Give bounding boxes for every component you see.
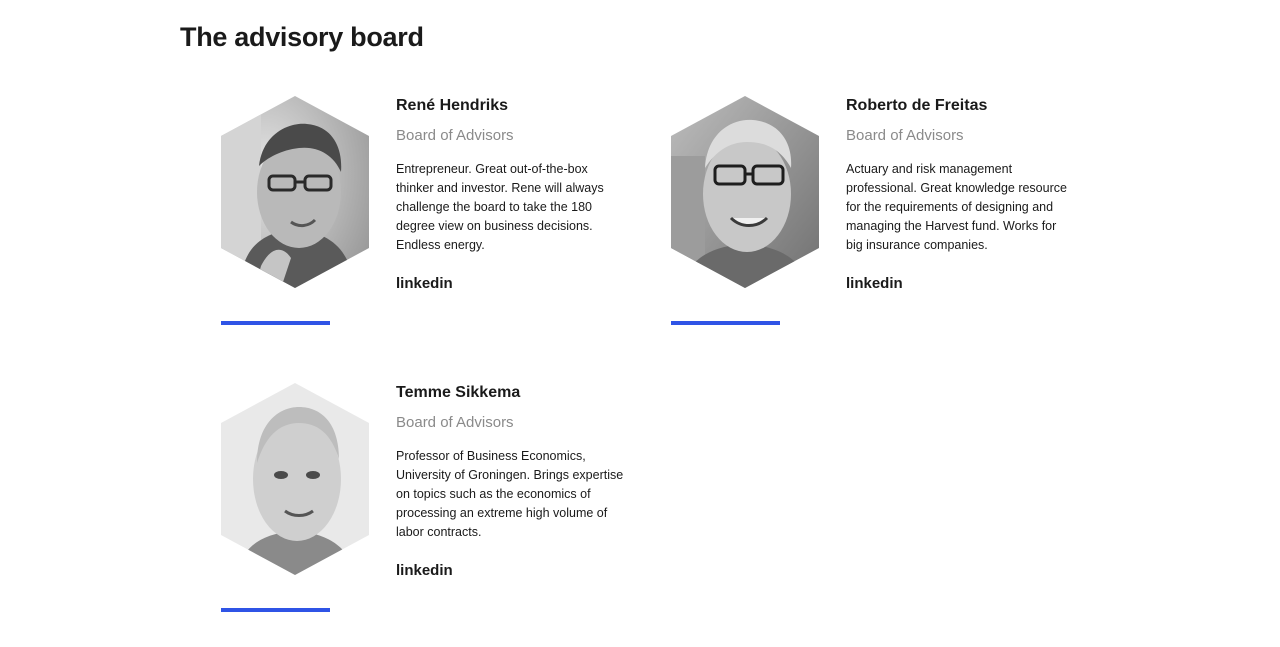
- advisor-role: Board of Advisors: [396, 414, 514, 431]
- advisor-info: Temme Sikkema Board of Advisors Professo…: [396, 383, 626, 581]
- advisor-card: Roberto de Freitas Board of Advisors Act…: [671, 96, 1071, 336]
- section-title: The advisory board: [180, 22, 424, 52]
- advisor-bio: Entrepreneur. Great out-of-the-box think…: [396, 162, 604, 252]
- advisor-photo: [671, 96, 819, 288]
- advisor-name: Temme Sikkema: [396, 384, 521, 401]
- advisor-card: Temme Sikkema Board of Advisors Professo…: [221, 383, 623, 623]
- advisor-bio: Professor of Business Economics, Univers…: [396, 449, 624, 539]
- linkedin-link[interactable]: linkedin: [846, 274, 903, 294]
- advisor-photo: [221, 96, 369, 288]
- advisor-bio: Actuary and risk management professional…: [846, 162, 1067, 252]
- advisor-photo: [221, 383, 369, 575]
- advisor-name: René Hendriks: [396, 97, 509, 114]
- advisor-name: Roberto de Freitas: [846, 97, 988, 114]
- accent-underline: [671, 321, 780, 325]
- linkedin-link[interactable]: linkedin: [396, 274, 453, 294]
- advisor-info: Roberto de Freitas Board of Advisors Act…: [846, 96, 1076, 294]
- linkedin-link[interactable]: linkedin: [396, 561, 453, 581]
- advisor-role: Board of Advisors: [846, 127, 964, 144]
- accent-underline: [221, 321, 330, 325]
- advisor-role: Board of Advisors: [396, 127, 514, 144]
- advisory-board-page: The advisory board René Hendriks Board o…: [0, 0, 1280, 647]
- hexagon-portrait-icon: [221, 96, 369, 288]
- hexagon-portrait-icon: [221, 383, 369, 575]
- advisor-info: René Hendriks Board of Advisors Entrepre…: [396, 96, 626, 294]
- hexagon-portrait-icon: [671, 96, 819, 288]
- advisor-card: René Hendriks Board of Advisors Entrepre…: [221, 96, 621, 336]
- accent-underline: [221, 608, 330, 612]
